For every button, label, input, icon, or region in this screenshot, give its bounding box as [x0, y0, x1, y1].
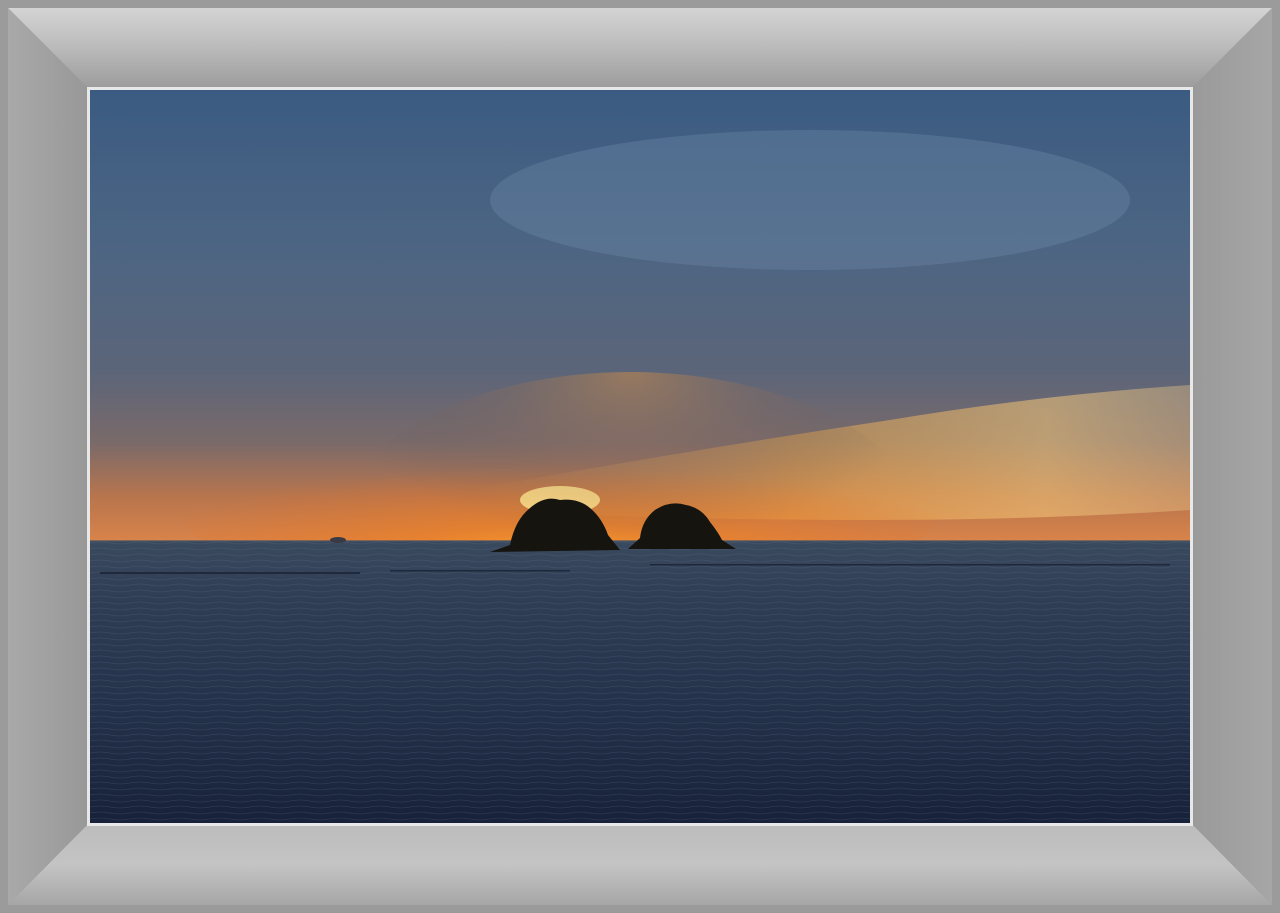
frame-bevel-top [8, 8, 1272, 88]
sunset-scene [90, 90, 1190, 823]
distant-rock [330, 537, 346, 543]
frame-bevel-bottom [8, 824, 1272, 905]
sea-ripples [90, 541, 1190, 823]
frame-bevel-left [8, 8, 88, 905]
frame-bevel-right [1192, 8, 1272, 905]
sunset-photo [90, 90, 1190, 823]
sky-highlight [490, 130, 1130, 270]
picture-frame [0, 0, 1280, 913]
